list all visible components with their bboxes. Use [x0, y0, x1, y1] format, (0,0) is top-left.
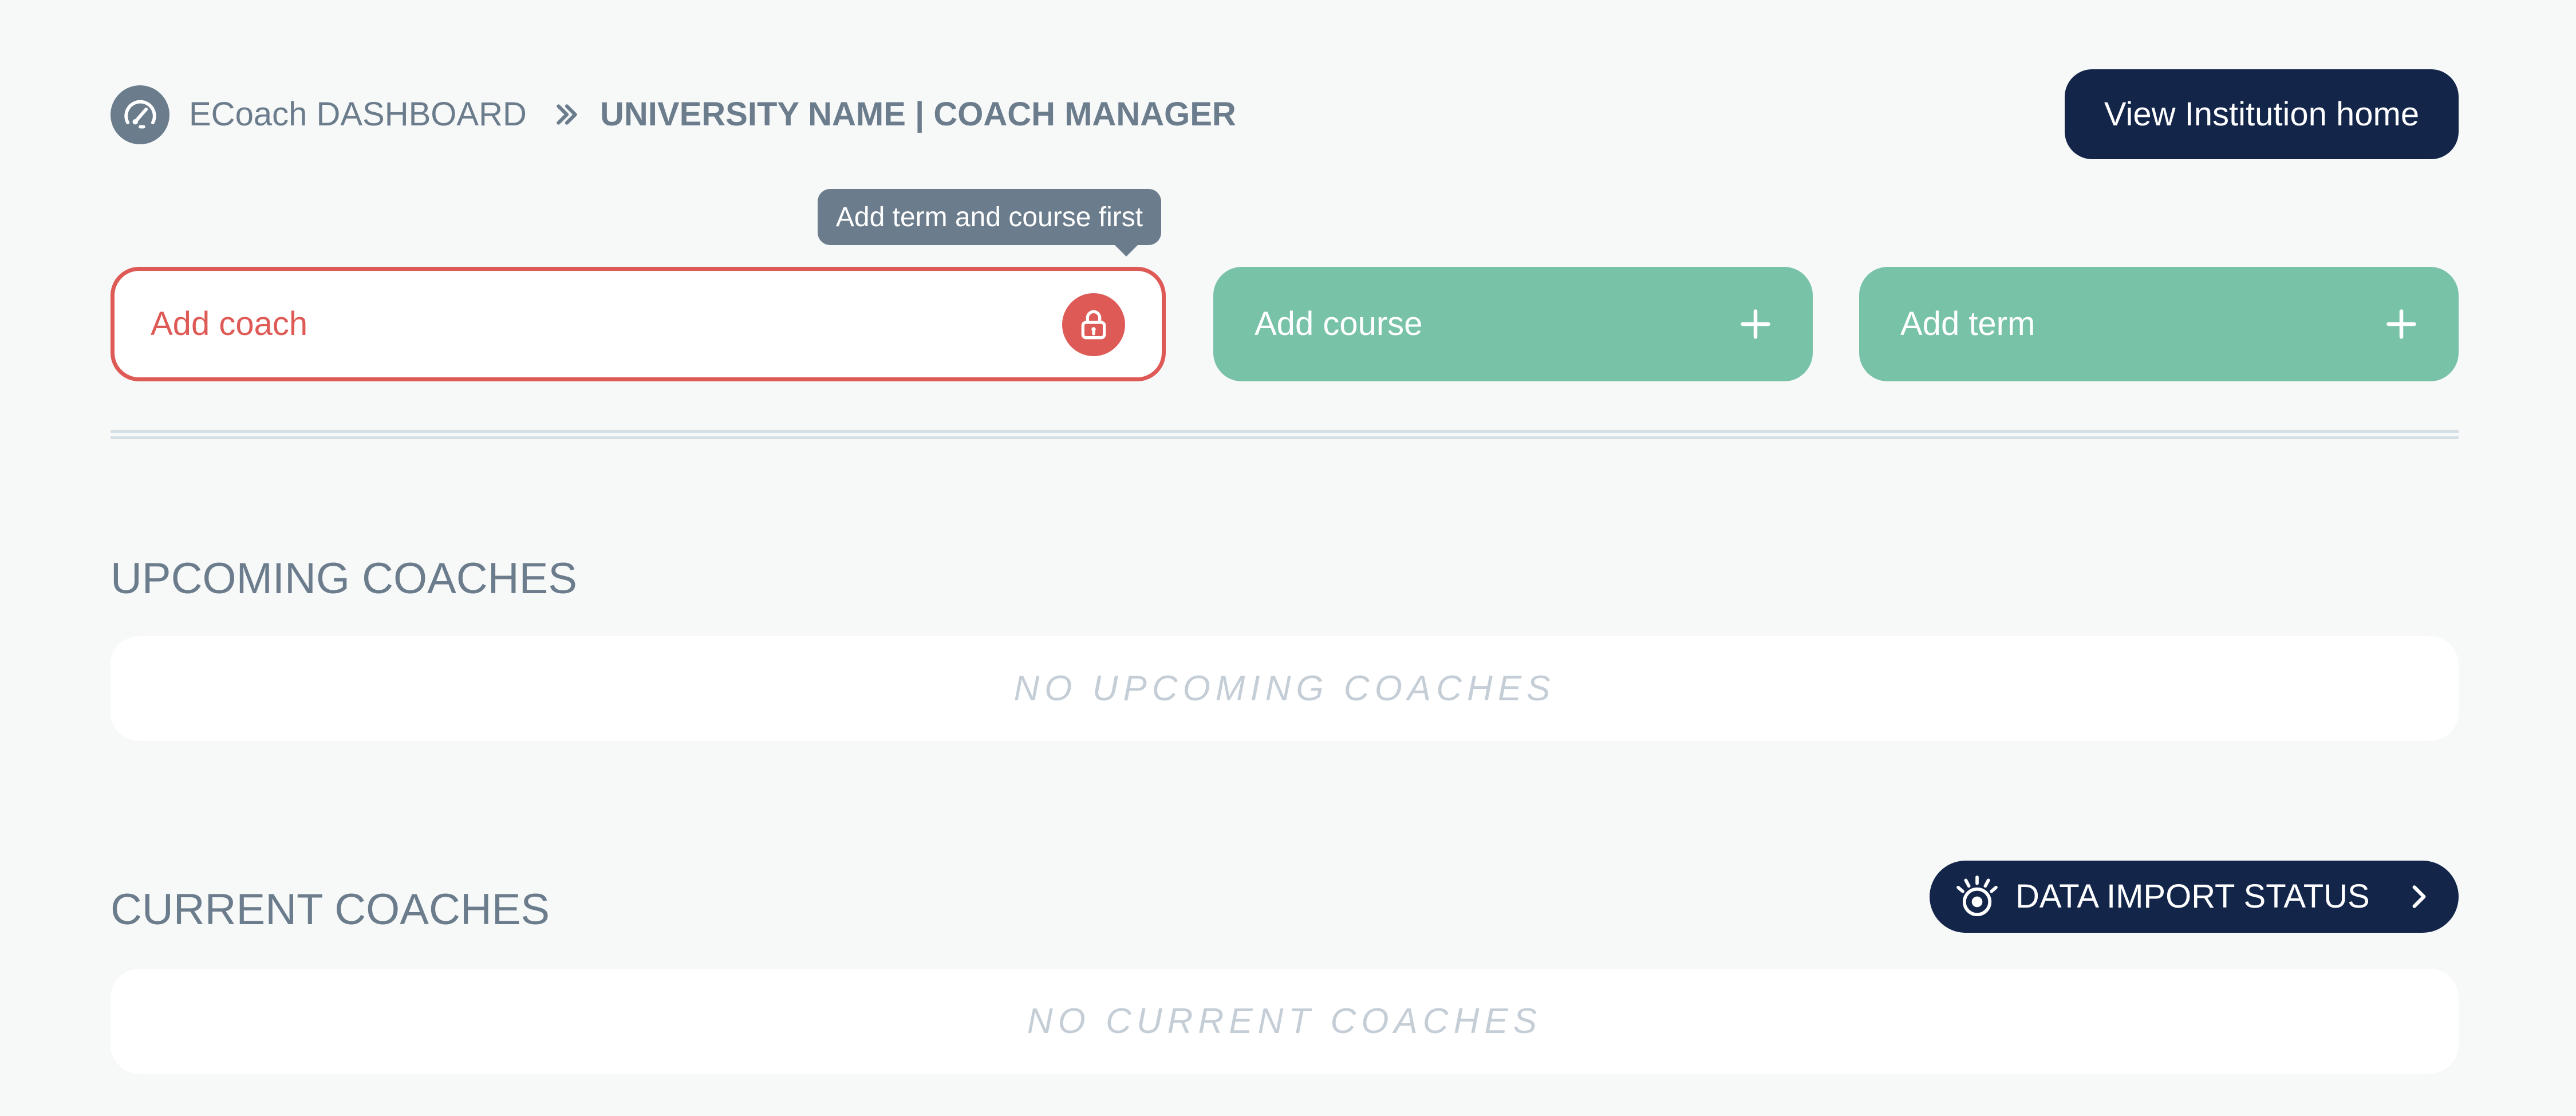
- lock-icon: [1062, 293, 1125, 356]
- plus-icon: [1741, 309, 1770, 339]
- breadcrumb-current-page: UNIVERSITY NAME | COACH MANAGER: [600, 96, 1236, 133]
- upcoming-coaches-empty-state: NO UPCOMING COACHES: [111, 636, 2459, 741]
- data-import-status-label: DATA IMPORT STATUS: [2015, 878, 2370, 915]
- view-institution-home-button[interactable]: View Institution home: [2065, 69, 2459, 159]
- add-coach-label: Add coach: [151, 305, 308, 342]
- eye-icon: [1956, 876, 1998, 917]
- double-chevron-right-icon: [550, 94, 584, 135]
- chevron-right-icon: [2412, 885, 2426, 908]
- upcoming-coaches-heading: UPCOMING COACHES: [111, 554, 577, 603]
- locked-tooltip: Add term and course first: [818, 189, 1161, 245]
- breadcrumb-dashboard-link[interactable]: ECoach DASHBOARD: [189, 94, 527, 135]
- add-course-button[interactable]: Add course: [1213, 267, 1813, 381]
- add-term-label: Add term: [1900, 305, 2035, 342]
- data-import-status-button[interactable]: DATA IMPORT STATUS: [1930, 861, 2459, 933]
- current-coaches-empty-state: NO CURRENT COACHES: [111, 969, 2459, 1074]
- current-coaches-heading: CURRENT COACHES: [111, 885, 550, 934]
- speedometer-icon: [111, 85, 169, 144]
- tooltip-arrow: [1114, 244, 1139, 257]
- plus-icon: [2386, 309, 2416, 339]
- section-divider: [111, 430, 2459, 439]
- add-term-button[interactable]: Add term: [1859, 267, 2459, 381]
- add-course-label: Add course: [1255, 305, 1423, 342]
